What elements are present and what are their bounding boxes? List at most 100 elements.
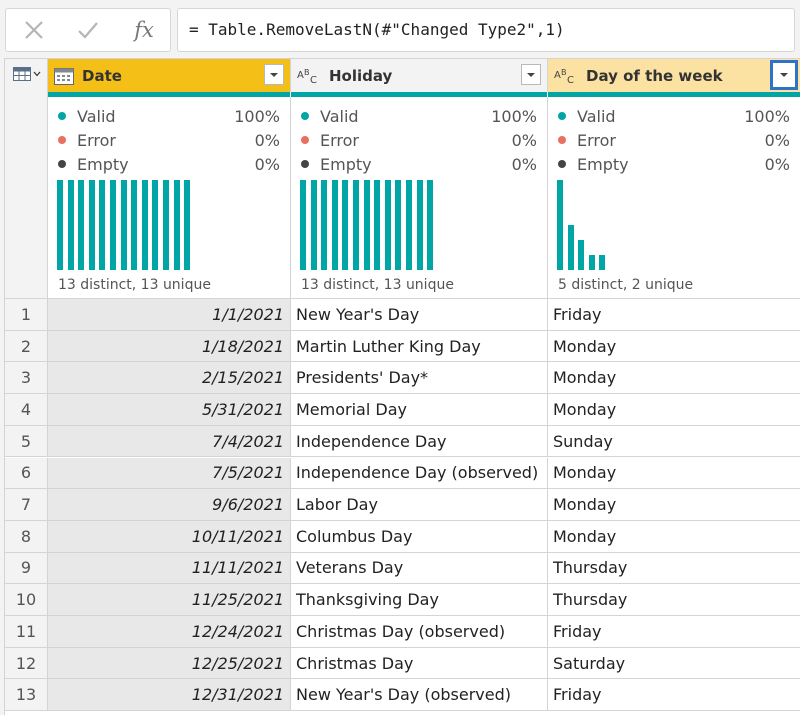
table-row[interactable]: 8 10/11/2021 Columbus Day Monday — [5, 520, 800, 553]
cell-holiday[interactable]: Memorial Day — [291, 394, 548, 426]
histogram-bar[interactable] — [374, 180, 381, 270]
filter-dropdown-button[interactable] — [521, 64, 541, 85]
table-row[interactable]: 4 5/31/2021 Memorial Day Monday — [5, 394, 800, 426]
cell-holiday[interactable]: New Year's Day (observed) — [291, 679, 548, 712]
histogram-bar[interactable] — [152, 180, 159, 270]
cell-holiday[interactable]: Independence Day — [291, 425, 548, 458]
row-number[interactable]: 3 — [5, 362, 48, 395]
cell-day-of-week[interactable]: Monday — [548, 331, 800, 363]
histogram-bar[interactable] — [131, 180, 138, 270]
cell-day-of-week[interactable]: Monday — [548, 458, 800, 490]
histogram-bar[interactable] — [120, 180, 127, 270]
row-number[interactable]: 8 — [5, 520, 48, 553]
cell-day-of-week[interactable]: Monday — [548, 489, 800, 521]
histogram-bar[interactable] — [141, 180, 148, 270]
cell-holiday[interactable]: Columbus Day — [291, 520, 548, 553]
cell-holiday[interactable]: Labor Day — [291, 489, 548, 521]
table-row[interactable]: 7 9/6/2021 Labor Day Monday — [5, 489, 800, 521]
cell-day-of-week[interactable]: Friday — [548, 616, 800, 648]
filter-dropdown-button-focused[interactable] — [770, 60, 798, 90]
histogram-bar[interactable] — [567, 225, 574, 270]
table-row[interactable]: 6 7/5/2021 Independence Day (observed) Mond… — [5, 457, 800, 490]
cell-date[interactable]: 1/1/2021 — [48, 299, 291, 331]
table-row[interactable]: 13 12/31/2021 New Year's Day (observed) Fri… — [5, 679, 800, 712]
table-row[interactable]: 5 7/4/2021 Independence Day Sunday — [5, 425, 800, 458]
value-distribution-histogram[interactable] — [300, 180, 440, 270]
fx-button[interactable]: fx — [124, 9, 164, 51]
row-number[interactable]: 2 — [5, 330, 48, 363]
histogram-bar[interactable] — [173, 180, 180, 270]
row-number[interactable]: 1 — [5, 299, 48, 331]
row-number[interactable]: 4 — [5, 394, 48, 426]
cell-day-of-week[interactable]: Monday — [548, 394, 800, 426]
cell-day-of-week[interactable]: Monday — [548, 362, 800, 395]
cell-date[interactable]: 12/24/2021 — [48, 616, 291, 648]
histogram-bar[interactable] — [353, 180, 359, 270]
histogram-bar[interactable] — [363, 180, 370, 270]
cell-holiday[interactable]: Christmas Day — [291, 647, 548, 680]
histogram-bar[interactable] — [406, 180, 412, 270]
table-row[interactable]: 11 12/24/2021 Christmas Day (observed) Frid… — [5, 616, 800, 648]
row-number[interactable]: 11 — [5, 616, 48, 648]
checkmark-icon[interactable] — [68, 9, 108, 51]
cell-date[interactable]: 5/31/2021 — [48, 394, 291, 426]
histogram-bar[interactable] — [184, 180, 191, 270]
cell-day-of-week[interactable]: Monday — [548, 521, 800, 553]
column-header-day-of-week[interactable]: ABC Day of the week — [548, 59, 800, 97]
histogram-bar[interactable] — [578, 240, 585, 270]
cell-holiday[interactable]: Martin Luther King Day — [291, 330, 548, 363]
row-number[interactable]: 12 — [5, 647, 48, 680]
histogram-bar[interactable] — [331, 180, 338, 270]
histogram-bar[interactable] — [67, 180, 74, 270]
table-row[interactable]: 12 12/25/2021 Christmas Day Saturday — [5, 647, 800, 680]
cell-date[interactable]: 12/31/2021 — [48, 679, 291, 712]
filter-dropdown-button[interactable] — [264, 64, 284, 85]
cell-date[interactable]: 1/18/2021 — [48, 330, 291, 363]
cell-holiday[interactable]: Thanksgiving Day — [291, 584, 548, 616]
cell-day-of-week[interactable]: Friday — [548, 679, 800, 712]
table-menu-button[interactable] — [13, 67, 41, 81]
cell-day-of-week[interactable]: Thursday — [548, 553, 800, 585]
row-number[interactable]: 9 — [5, 552, 48, 585]
cell-holiday[interactable]: Veterans Day — [291, 552, 548, 585]
table-row[interactable]: 2 1/18/2021 Martin Luther King Day Monday — [5, 330, 800, 363]
cell-date[interactable]: 10/11/2021 — [48, 520, 291, 553]
row-number[interactable]: 7 — [5, 489, 48, 521]
cell-date[interactable]: 11/11/2021 — [48, 552, 291, 585]
value-distribution-histogram[interactable] — [57, 180, 197, 270]
histogram-bar[interactable] — [88, 180, 95, 270]
formula-input[interactable]: = Table.RemoveLastN(#"Changed Type2",1) — [177, 8, 795, 52]
histogram-bar[interactable] — [588, 255, 595, 270]
cell-day-of-week[interactable]: Saturday — [548, 648, 800, 680]
cell-holiday[interactable]: Independence Day (observed) — [291, 457, 548, 490]
cell-date[interactable]: 9/6/2021 — [48, 489, 291, 521]
table-row[interactable]: 10 11/25/2021 Thanksgiving Day Thursday — [5, 584, 800, 616]
histogram-bar[interactable] — [384, 180, 391, 270]
cell-date[interactable]: 7/4/2021 — [48, 425, 291, 458]
column-header-holiday[interactable]: ABC Holiday — [291, 59, 548, 97]
value-distribution-histogram[interactable] — [557, 180, 617, 270]
histogram-bar[interactable] — [342, 180, 349, 270]
close-icon[interactable] — [14, 9, 54, 51]
histogram-bar[interactable] — [300, 180, 306, 270]
table-row[interactable]: 1 1/1/2021 New Year's Day Friday — [5, 299, 800, 331]
histogram-bar[interactable] — [78, 180, 85, 270]
histogram-bar[interactable] — [310, 180, 317, 270]
cell-day-of-week[interactable]: Friday — [548, 299, 800, 331]
cell-date[interactable]: 7/5/2021 — [48, 457, 291, 490]
histogram-bar[interactable] — [110, 180, 116, 270]
table-row[interactable]: 3 2/15/2021 Presidents' Day* Monday — [5, 362, 800, 395]
cell-holiday[interactable]: Christmas Day (observed) — [291, 616, 548, 648]
histogram-bar[interactable] — [163, 180, 169, 270]
histogram-bar[interactable] — [557, 180, 563, 270]
cell-date[interactable]: 2/15/2021 — [48, 362, 291, 395]
cell-date[interactable]: 11/25/2021 — [48, 584, 291, 616]
cell-holiday[interactable]: Presidents' Day* — [291, 362, 548, 395]
histogram-bar[interactable] — [99, 180, 106, 270]
histogram-bar[interactable] — [416, 180, 423, 270]
cell-day-of-week[interactable]: Sunday — [548, 426, 800, 458]
cell-day-of-week[interactable]: Thursday — [548, 584, 800, 616]
histogram-bar[interactable] — [321, 180, 328, 270]
row-number[interactable]: 13 — [5, 679, 48, 712]
row-number[interactable]: 6 — [5, 457, 48, 490]
